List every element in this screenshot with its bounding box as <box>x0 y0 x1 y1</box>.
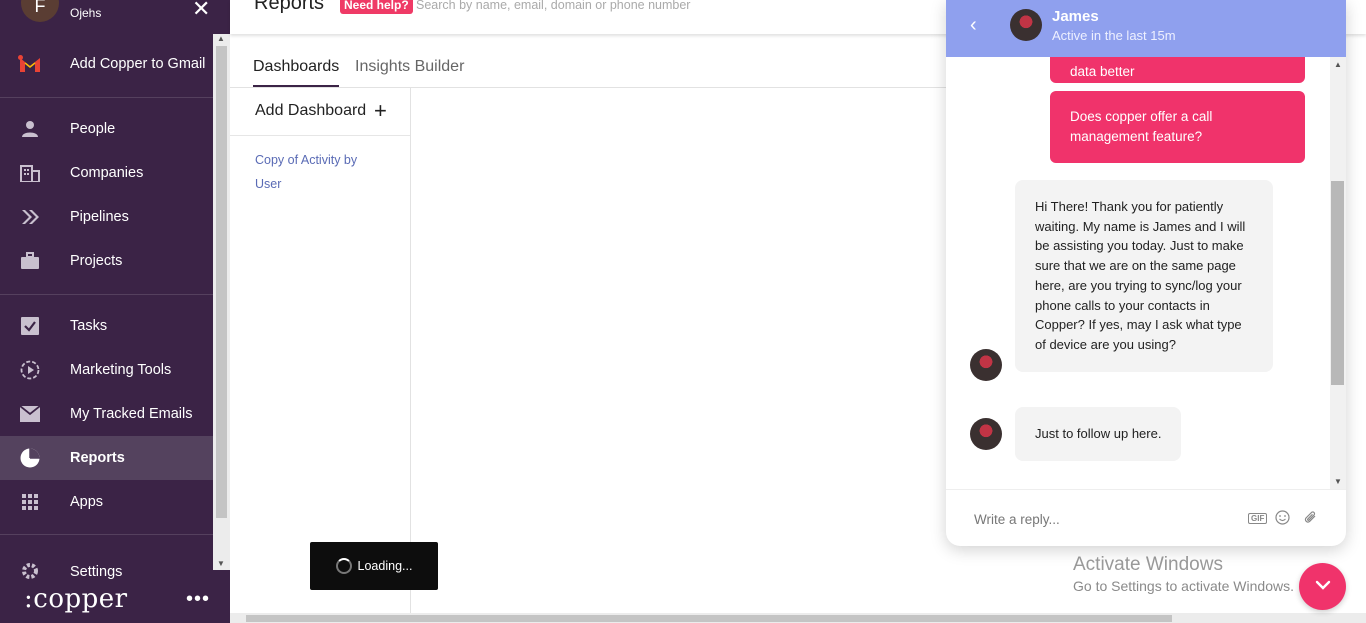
close-icon[interactable]: ✕ <box>192 0 210 22</box>
dashboard-list-panel: Add Dashboard + Copy of Activity by User <box>230 88 411 618</box>
scroll-up-arrow-icon[interactable]: ▲ <box>1334 60 1342 69</box>
chat-widget: ‹ James Active in the last 15m data bett… <box>946 0 1346 546</box>
sidebar-item-my-tracked-emails[interactable]: My Tracked Emails <box>0 392 213 436</box>
user-message-bubble: Does copper offer a call management feat… <box>1050 91 1305 163</box>
chat-launcher-button[interactable] <box>1299 563 1346 610</box>
message-text: data better <box>1070 64 1135 79</box>
gear-icon <box>0 562 70 580</box>
tab-dashboards[interactable]: Dashboards <box>253 58 339 76</box>
sidebar-item-label: My Tracked Emails <box>70 406 193 422</box>
agent-name: James <box>1052 8 1099 25</box>
chat-messages: data better Does copper offer a call man… <box>946 57 1346 489</box>
sidebar-item-people[interactable]: People <box>0 107 213 151</box>
divider <box>0 534 213 535</box>
agent-avatar <box>970 418 1002 450</box>
sidebar-item-label: Marketing Tools <box>70 362 172 378</box>
watermark-subtitle: Go to Settings to activate Windows. <box>1073 578 1294 594</box>
chat-scrollbar[interactable]: ▲ ▼ <box>1330 57 1346 489</box>
sidebar-item-label: Projects <box>70 253 123 269</box>
pie-chart-icon <box>0 448 70 468</box>
message-text: Just to follow up here. <box>1035 426 1162 441</box>
more-options-icon[interactable]: ••• <box>186 588 210 611</box>
sidebar-item-apps[interactable]: Apps <box>0 480 213 524</box>
sidebar-item-reports[interactable]: Reports <box>0 436 213 480</box>
sidebar-item-label: Reports <box>70 450 125 466</box>
scroll-down-arrow-icon[interactable]: ▼ <box>1334 477 1342 486</box>
checkbox-icon <box>0 317 70 335</box>
user-name: Ojehs <box>70 6 102 20</box>
grid-icon <box>0 494 70 510</box>
agent-avatar <box>1010 9 1042 41</box>
add-copper-to-gmail-link[interactable]: Add Copper to Gmail <box>0 42 213 86</box>
sidebar-item-companies[interactable]: Companies <box>0 151 213 195</box>
dashboard-list-item[interactable]: Copy of Activity by User <box>255 148 385 196</box>
sidebar-item-projects[interactable]: Projects <box>0 239 213 283</box>
message-text: Does copper offer a call management feat… <box>1070 109 1213 144</box>
activate-windows-watermark: Activate Windows Go to Settings to activ… <box>1073 554 1294 594</box>
plus-icon[interactable]: + <box>374 100 387 122</box>
gif-button[interactable]: GIF <box>1248 513 1268 524</box>
search-input[interactable] <box>416 0 936 16</box>
briefcase-icon <box>0 252 70 270</box>
message-text: Hi There! Thank you for patiently waitin… <box>1035 199 1246 352</box>
building-icon <box>0 164 70 182</box>
loading-toast: Loading... <box>310 542 438 590</box>
chat-composer: GIF <box>946 489 1346 546</box>
scrollbar-thumb[interactable] <box>246 615 1172 622</box>
emoji-icon[interactable] <box>1275 510 1290 528</box>
copper-logo: :copper <box>24 584 128 614</box>
pipeline-chevrons-icon <box>0 209 70 225</box>
sidebar-item-tasks[interactable]: Tasks <box>0 304 213 348</box>
divider <box>230 135 410 136</box>
person-icon <box>0 120 70 138</box>
need-help-button[interactable]: Need help? <box>340 0 413 14</box>
loading-text: Loading... <box>357 559 413 573</box>
sidebar-item-label: Add Copper to Gmail <box>70 56 206 72</box>
back-arrow-icon[interactable]: ‹ <box>970 14 977 37</box>
divider <box>0 294 213 295</box>
gmail-icon <box>0 55 70 73</box>
watermark-title: Activate Windows <box>1073 554 1223 575</box>
spinner-icon <box>335 558 352 574</box>
agent-message-bubble: Hi There! Thank you for patiently waitin… <box>1015 180 1273 372</box>
scroll-down-arrow-icon[interactable]: ▼ <box>217 559 225 568</box>
agent-message-bubble: Just to follow up here. <box>1015 407 1182 461</box>
attachment-icon[interactable] <box>1303 510 1318 528</box>
sidebar-item-label: Tasks <box>70 318 108 334</box>
sidebar-item-pipelines[interactable]: Pipelines <box>0 195 213 239</box>
scroll-up-arrow-icon[interactable]: ▲ <box>217 34 225 43</box>
envelope-icon <box>0 406 70 422</box>
chevron-down-icon <box>1314 578 1332 596</box>
sidebar-item-label: People <box>70 121 116 137</box>
scrollbar-thumb[interactable] <box>216 46 227 518</box>
tab-insights-builder[interactable]: Insights Builder <box>355 58 464 76</box>
horizontal-scrollbar[interactable] <box>230 613 1366 623</box>
sidebar-scrollbar[interactable]: ▲ ▼ <box>213 34 230 570</box>
sidebar-item-label: Settings <box>70 564 123 580</box>
user-profile[interactable]: F Ojehs ✕ <box>0 0 214 32</box>
sidebar-item-settings[interactable]: Settings <box>0 546 213 580</box>
agent-avatar <box>970 349 1002 381</box>
scrollbar-thumb[interactable] <box>1331 181 1344 385</box>
user-avatar[interactable]: F <box>21 0 59 22</box>
chat-header: ‹ James Active in the last 15m <box>946 0 1346 57</box>
user-message-bubble: data better <box>1050 57 1305 83</box>
page-title: Reports <box>254 0 325 14</box>
sidebar: F Ojehs ✕ Add Copper to Gmail People Com… <box>0 0 230 623</box>
divider <box>0 97 213 98</box>
sidebar-item-label: Apps <box>70 494 104 510</box>
sidebar-item-label: Pipelines <box>70 209 129 225</box>
agent-status: Active in the last 15m <box>1052 28 1176 43</box>
reply-input[interactable] <box>974 508 1214 530</box>
sidebar-item-label: Companies <box>70 165 144 181</box>
play-circle-icon <box>0 360 70 380</box>
add-dashboard-button[interactable]: Add Dashboard <box>255 102 366 120</box>
sidebar-item-marketing-tools[interactable]: Marketing Tools <box>0 348 213 392</box>
